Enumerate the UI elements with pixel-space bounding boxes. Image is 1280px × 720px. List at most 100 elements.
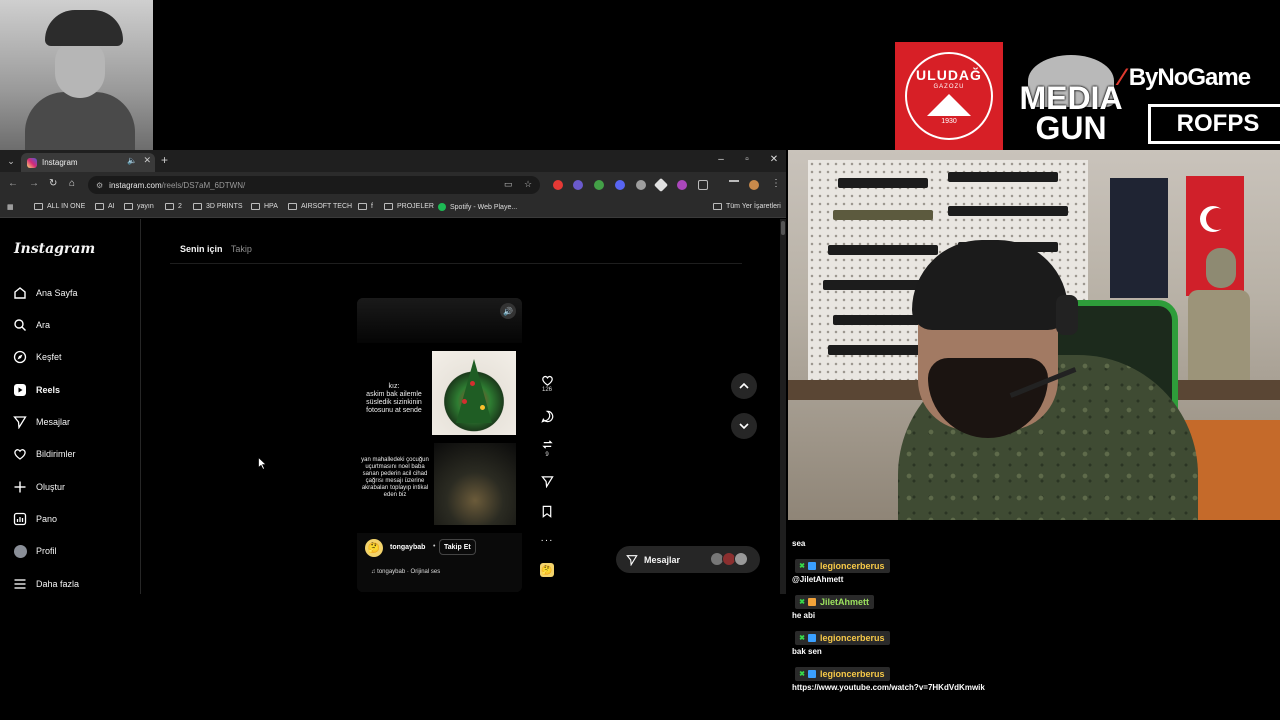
minimize-button[interactable]: – (714, 154, 728, 165)
repost-count: 9 (545, 452, 549, 458)
next-reel-button[interactable] (731, 413, 757, 439)
audio-thumbnail[interactable]: 🤔 (539, 563, 555, 577)
media-controls-icon[interactable] (729, 180, 739, 190)
bookmark-hpa[interactable]: HPA (251, 203, 278, 210)
tab-search-icon[interactable]: ⌄ (4, 154, 18, 168)
portrait-image (0, 0, 153, 150)
folder-icon (95, 203, 104, 210)
bookmark-ai[interactable]: AI (95, 203, 115, 210)
previous-reel-button[interactable] (731, 373, 757, 399)
browser-menu-icon[interactable]: ⋮ (771, 178, 781, 189)
nav-profile[interactable]: Profil (13, 541, 133, 561)
mediagun-text-1: MEDIA (1019, 80, 1123, 116)
site-info-icon[interactable]: ⚙ (96, 181, 103, 190)
uludag-text: ULUDAĞ (916, 67, 982, 83)
bookmark-yayin[interactable]: yayın (124, 203, 154, 210)
contact-avatar (734, 552, 748, 566)
rofps-logo: ROFPS (1148, 104, 1280, 144)
maximize-button[interactable]: ▫ (740, 154, 754, 165)
bookmark-2[interactable]: 2 (165, 203, 182, 210)
reel-video[interactable]: kız: askim bak ailemle süsledik sizinkin… (357, 343, 522, 533)
nav-more[interactable]: Daha fazla (13, 574, 133, 594)
forward-icon[interactable]: → (29, 178, 39, 189)
nav-label: Ara (36, 320, 51, 330)
bookmark-label: ALL IN ONE (47, 203, 86, 210)
nav-dashboard[interactable]: Pano (13, 509, 133, 529)
bookmark-icon (542, 505, 552, 518)
share-button[interactable] (539, 475, 555, 488)
bookmark-spotify[interactable]: Spotify - Web Playe... (438, 203, 517, 211)
speaker-icon[interactable]: 🔊 (500, 303, 516, 319)
reel-audio[interactable]: ♫ tongaybab · Orijinal ses (371, 569, 440, 575)
browser-toolbar: ← → ↻ ⌂ ⚙ instagram.com /reels/DS7aM_6DT… (0, 172, 786, 198)
home-icon[interactable]: ⌂ (69, 178, 75, 189)
extension-green-icon[interactable] (594, 180, 604, 190)
follow-button[interactable]: Takip Et (439, 539, 476, 555)
cast-icon[interactable]: ▭ (504, 179, 513, 190)
nav-notifications[interactable]: Bildirimler (13, 444, 133, 464)
bookmark-all-bookmarks[interactable]: Tüm Yer İşaretleri (713, 203, 781, 210)
instagram-page: Instagram Ana Sayfa Ara Keşfet Reels Mes… (0, 219, 780, 594)
extension-diamond-icon[interactable] (653, 177, 669, 193)
plus-icon (13, 480, 27, 494)
tab-close-icon[interactable]: ✕ (143, 155, 151, 166)
chat-message: https://www.youtube.com/watch?v=7HKdVdKm… (792, 683, 985, 692)
bookmark-3d-prints[interactable]: 3D PRINTS (193, 203, 243, 210)
tabs-divider (170, 263, 742, 264)
nav-messages[interactable]: Mesajlar (13, 412, 133, 432)
extension-pink-icon[interactable] (677, 180, 687, 190)
instagram-logo[interactable]: Instagram (14, 241, 95, 257)
back-icon[interactable]: ← (8, 178, 18, 189)
close-window-button[interactable]: ✕ (767, 154, 781, 165)
save-button[interactable] (539, 505, 555, 518)
bookmark-projeler[interactable]: PROJELER (384, 203, 434, 210)
creator-username[interactable]: tongaybab (390, 544, 425, 551)
reel-footer: 🤔 tongaybab • Takip Et ♫ tongaybab · Ori… (357, 533, 522, 592)
heart-icon (13, 447, 27, 461)
nav-home[interactable]: Ana Sayfa (13, 283, 133, 303)
nav-label: Mesajlar (36, 417, 71, 427)
bookmark-f[interactable]: f (358, 203, 373, 210)
tab-bar: ⌄ Instagram 🔈 ✕ + – ▫ ✕ (0, 150, 786, 172)
extensions-puzzle-icon[interactable] (698, 180, 708, 190)
folder-icon (288, 203, 297, 210)
instagram-favicon-icon (27, 157, 37, 168)
nav-search[interactable]: Ara (13, 315, 133, 335)
nav-reels[interactable]: Reels (13, 380, 133, 400)
tab-for-you[interactable]: Senin için (180, 244, 223, 254)
bookmark-all-in-one[interactable]: ALL IN ONE (34, 203, 85, 210)
chat-username: legioncerberus (820, 669, 885, 679)
profile-avatar-icon[interactable] (749, 180, 759, 190)
chevron-down-icon (739, 423, 749, 430)
tab-audio-icon[interactable]: 🔈 (127, 156, 137, 165)
extension-shield-icon[interactable] (636, 180, 646, 190)
new-tab-button[interactable]: + (161, 153, 168, 167)
reel-player[interactable]: 🔊 kız: askim bak ailemle süsledik sizink… (357, 298, 522, 592)
tab-following[interactable]: Takip (231, 244, 252, 254)
more-options-button[interactable]: ··· (539, 535, 555, 546)
extension-purple-icon[interactable] (573, 180, 583, 190)
chat-message: @JiletAhmett (792, 575, 844, 584)
bookmark-label: AIRSOFT TECH (301, 203, 353, 210)
chat-username: JiletAhmett (820, 597, 870, 607)
nav-explore[interactable]: Keşfet (13, 347, 133, 367)
nav-create[interactable]: Oluştur (13, 477, 133, 497)
apps-grid-icon[interactable]: ▦ (7, 203, 14, 211)
verified-check-icon: ✖ (799, 563, 805, 570)
folder-icon (358, 203, 367, 210)
tab-instagram[interactable]: Instagram 🔈 ✕ (21, 153, 155, 172)
repost-button[interactable]: 9 (539, 438, 555, 458)
like-button[interactable]: 126 (539, 374, 555, 393)
extension-red-icon[interactable] (553, 180, 563, 190)
bookmark-airsoft-tech[interactable]: AIRSOFT TECH (288, 203, 352, 210)
reload-icon[interactable]: ↻ (49, 178, 57, 189)
bookmark-star-icon[interactable]: ☆ (524, 179, 532, 190)
creator-avatar[interactable]: 🤔 (365, 539, 383, 557)
page-scrollbar[interactable] (780, 219, 786, 594)
comment-button[interactable] (539, 410, 555, 423)
chat-username: legioncerberus (820, 561, 885, 571)
messages-button[interactable]: Mesajlar (616, 546, 760, 573)
address-bar[interactable]: ⚙ instagram.com /reels/DS7aM_6DTWN/ ▭ ☆ (88, 176, 540, 194)
folder-icon (165, 203, 174, 210)
extension-discord-icon[interactable] (615, 180, 625, 190)
